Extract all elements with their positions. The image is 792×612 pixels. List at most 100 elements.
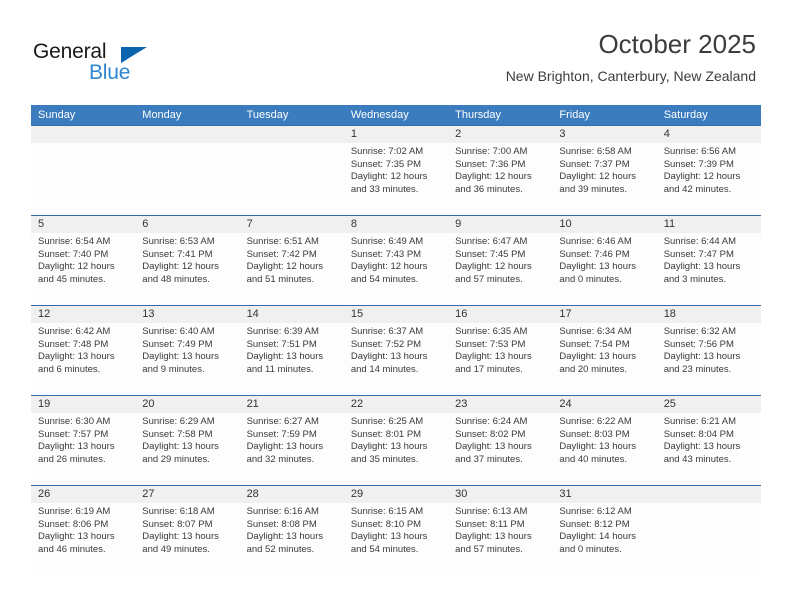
day-number: 17 xyxy=(552,306,657,323)
day-info: Sunrise: 6:51 AM Sunset: 7:42 PM Daylight:… xyxy=(240,233,344,286)
sunrise-text: Sunrise: 6:13 AM xyxy=(455,506,528,517)
weekday-header-saturday: Saturday xyxy=(663,109,708,121)
day-number: 19 xyxy=(31,396,136,413)
day-info: Sunrise: 6:13 AM Sunset: 8:11 PM Daylight:… xyxy=(448,503,552,556)
daylight-text: Daylight: 13 hours and 43 minutes. xyxy=(663,441,741,465)
weekday-header-sunday: Sunday xyxy=(38,109,76,121)
calendar-day-cell[interactable]: 15 Sunrise: 6:37 AM Sunset: 7:52 PM Dayligh… xyxy=(343,306,449,395)
calendar-day-cell[interactable]: 3 Sunrise: 6:58 AM Sunset: 7:37 PM Daylight… xyxy=(552,126,657,215)
daylight-text: Daylight: 13 hours and 3 minutes. xyxy=(663,261,741,285)
calendar-day-cell[interactable]: 28 Sunrise: 6:16 AM Sunset: 8:08 PM Dayligh… xyxy=(239,486,344,575)
calendar-page: General Blue October 2025 New Brighton, … xyxy=(0,0,792,612)
day-info: Sunrise: 6:54 AM Sunset: 7:40 PM Daylight:… xyxy=(31,233,135,286)
calendar-week-row: 1 Sunrise: 7:02 AM Sunset: 7:35 PM Daylight… xyxy=(31,125,761,215)
day-number: 27 xyxy=(135,486,240,503)
calendar-day-cell[interactable]: 9 Sunrise: 6:47 AM Sunset: 7:45 PM Daylight… xyxy=(448,216,553,305)
day-number: 12 xyxy=(31,306,136,323)
day-number xyxy=(31,126,136,143)
sunset-text: Sunset: 7:40 PM xyxy=(38,248,109,260)
day-info: Sunrise: 6:24 AM Sunset: 8:02 PM Daylight:… xyxy=(448,413,552,466)
day-number: 20 xyxy=(135,396,240,413)
calendar-day-cell[interactable]: 25 Sunrise: 6:21 AM Sunset: 8:04 PM Dayligh… xyxy=(656,396,761,485)
day-info: Sunrise: 6:58 AM Sunset: 7:37 PM Daylight:… xyxy=(552,143,656,196)
day-number: 31 xyxy=(552,486,657,503)
day-info: Sunrise: 6:15 AM Sunset: 8:10 PM Daylight:… xyxy=(344,503,448,556)
daylight-text: Daylight: 13 hours and 32 minutes. xyxy=(246,441,324,465)
calendar-day-cell[interactable]: 30 Sunrise: 6:13 AM Sunset: 8:11 PM Dayligh… xyxy=(448,486,553,575)
calendar-day-cell[interactable]: 14 Sunrise: 6:39 AM Sunset: 7:51 PM Dayligh… xyxy=(239,306,344,395)
day-number: 14 xyxy=(239,306,344,323)
day-number: 4 xyxy=(656,126,761,143)
daylight-text: Daylight: 12 hours and 39 minutes. xyxy=(559,171,636,195)
day-number: 16 xyxy=(448,306,553,323)
day-info: Sunrise: 7:02 AM Sunset: 7:35 PM Daylight:… xyxy=(344,143,448,196)
calendar-day-cell[interactable]: 17 Sunrise: 6:34 AM Sunset: 7:54 PM Dayligh… xyxy=(552,306,657,395)
calendar-day-cell[interactable]: 4 Sunrise: 6:56 AM Sunset: 7:39 PM Daylight… xyxy=(656,126,761,215)
day-number: 30 xyxy=(448,486,553,503)
calendar-day-cell[interactable]: 31 Sunrise: 6:12 AM Sunset: 8:12 PM Dayligh… xyxy=(552,486,657,575)
weekday-header-wednesday: Wednesday xyxy=(350,109,409,121)
day-info: Sunrise: 6:21 AM Sunset: 8:04 PM Daylight:… xyxy=(657,413,761,466)
sunset-text: Sunset: 7:37 PM xyxy=(559,158,630,170)
calendar-day-cell[interactable]: 24 Sunrise: 6:22 AM Sunset: 8:03 PM Dayligh… xyxy=(552,396,657,485)
calendar-day-cell[interactable]: 18 Sunrise: 6:32 AM Sunset: 7:56 PM Dayligh… xyxy=(656,306,761,395)
calendar-cell-empty xyxy=(656,486,761,575)
sunrise-text: Sunrise: 6:18 AM xyxy=(142,506,215,517)
page-title: October 2025 xyxy=(598,29,756,59)
day-number: 13 xyxy=(135,306,240,323)
day-number xyxy=(656,486,761,503)
calendar-day-cell[interactable]: 16 Sunrise: 6:35 AM Sunset: 7:53 PM Dayligh… xyxy=(448,306,553,395)
daylight-text: Daylight: 13 hours and 54 minutes. xyxy=(350,531,428,555)
sunset-text: Sunset: 7:48 PM xyxy=(38,338,109,350)
weekday-header-row: Sunday Monday Tuesday Wednesday Thursday Frid… xyxy=(31,105,761,125)
day-number: 25 xyxy=(656,396,761,413)
daylight-text: Daylight: 12 hours and 57 minutes. xyxy=(455,261,532,285)
calendar-day-cell[interactable]: 20 Sunrise: 6:29 AM Sunset: 7:58 PM Dayligh… xyxy=(135,396,240,485)
daylight-text: Daylight: 13 hours and 52 minutes. xyxy=(246,531,324,555)
daylight-text: Daylight: 13 hours and 26 minutes. xyxy=(38,441,115,465)
sunset-text: Sunset: 7:54 PM xyxy=(559,338,630,350)
sunset-text: Sunset: 8:08 PM xyxy=(246,518,317,530)
sunrise-text: Sunrise: 6:42 AM xyxy=(38,326,111,337)
sunrise-text: Sunrise: 6:58 AM xyxy=(559,146,632,157)
sunrise-text: Sunrise: 6:24 AM xyxy=(455,416,528,427)
calendar-day-cell[interactable]: 19 Sunrise: 6:30 AM Sunset: 7:57 PM Dayligh… xyxy=(31,396,136,485)
calendar-day-cell[interactable]: 6 Sunrise: 6:53 AM Sunset: 7:41 PM Daylight… xyxy=(135,216,240,305)
daylight-text: Daylight: 13 hours and 23 minutes. xyxy=(663,351,741,375)
sunset-text: Sunset: 7:36 PM xyxy=(455,158,526,170)
calendar-day-cell[interactable]: 21 Sunrise: 6:27 AM Sunset: 7:59 PM Dayligh… xyxy=(239,396,344,485)
calendar-day-cell[interactable]: 27 Sunrise: 6:18 AM Sunset: 8:07 PM Dayligh… xyxy=(135,486,240,575)
sunrise-text: Sunrise: 6:22 AM xyxy=(559,416,632,427)
day-number: 8 xyxy=(343,216,449,233)
title-block: October 2025 New Brighton, Canterbury, N… xyxy=(506,28,756,85)
calendar-day-cell[interactable]: 11 Sunrise: 6:44 AM Sunset: 7:47 PM Dayligh… xyxy=(656,216,761,305)
daylight-text: Daylight: 13 hours and 17 minutes. xyxy=(455,351,532,375)
daylight-text: Daylight: 13 hours and 6 minutes. xyxy=(38,351,115,375)
day-number: 3 xyxy=(552,126,657,143)
calendar-day-cell[interactable]: 5 Sunrise: 6:54 AM Sunset: 7:40 PM Daylight… xyxy=(31,216,136,305)
weekday-header-friday: Friday xyxy=(559,109,590,121)
day-number: 7 xyxy=(239,216,344,233)
day-info: Sunrise: 6:37 AM Sunset: 7:52 PM Daylight:… xyxy=(344,323,448,376)
calendar-day-cell[interactable]: 13 Sunrise: 6:40 AM Sunset: 7:49 PM Dayligh… xyxy=(135,306,240,395)
calendar-week-row: 12 Sunrise: 6:42 AM Sunset: 7:48 PM Dayligh… xyxy=(31,305,761,395)
daylight-text: Daylight: 12 hours and 42 minutes. xyxy=(663,171,741,195)
day-number xyxy=(239,126,344,143)
weekday-header-tuesday: Tuesday xyxy=(246,109,289,121)
day-number: 11 xyxy=(656,216,761,233)
sunset-text: Sunset: 8:07 PM xyxy=(142,518,213,530)
calendar-day-cell[interactable]: 23 Sunrise: 6:24 AM Sunset: 8:02 PM Dayligh… xyxy=(448,396,553,485)
calendar-day-cell[interactable]: 22 Sunrise: 6:25 AM Sunset: 8:01 PM Dayligh… xyxy=(343,396,449,485)
sunrise-text: Sunrise: 6:12 AM xyxy=(559,506,632,517)
sunset-text: Sunset: 7:52 PM xyxy=(350,338,422,350)
calendar-day-cell[interactable]: 7 Sunrise: 6:51 AM Sunset: 7:42 PM Daylight… xyxy=(239,216,344,305)
calendar-day-cell[interactable]: 8 Sunrise: 6:49 AM Sunset: 7:43 PM Daylight… xyxy=(343,216,449,305)
day-number: 28 xyxy=(239,486,344,503)
calendar-day-cell[interactable]: 29 Sunrise: 6:15 AM Sunset: 8:10 PM Dayligh… xyxy=(343,486,449,575)
calendar-day-cell[interactable]: 1 Sunrise: 7:02 AM Sunset: 7:35 PM Daylight… xyxy=(343,126,449,215)
calendar-day-cell[interactable]: 26 Sunrise: 6:19 AM Sunset: 8:06 PM Dayligh… xyxy=(31,486,136,575)
calendar-day-cell[interactable]: 10 Sunrise: 6:46 AM Sunset: 7:46 PM Dayligh… xyxy=(552,216,657,305)
calendar-day-cell[interactable]: 12 Sunrise: 6:42 AM Sunset: 7:48 PM Dayligh… xyxy=(31,306,136,395)
calendar-day-cell[interactable]: 2 Sunrise: 7:00 AM Sunset: 7:36 PM Daylight… xyxy=(448,126,553,215)
daylight-text: Daylight: 13 hours and 37 minutes. xyxy=(455,441,532,465)
